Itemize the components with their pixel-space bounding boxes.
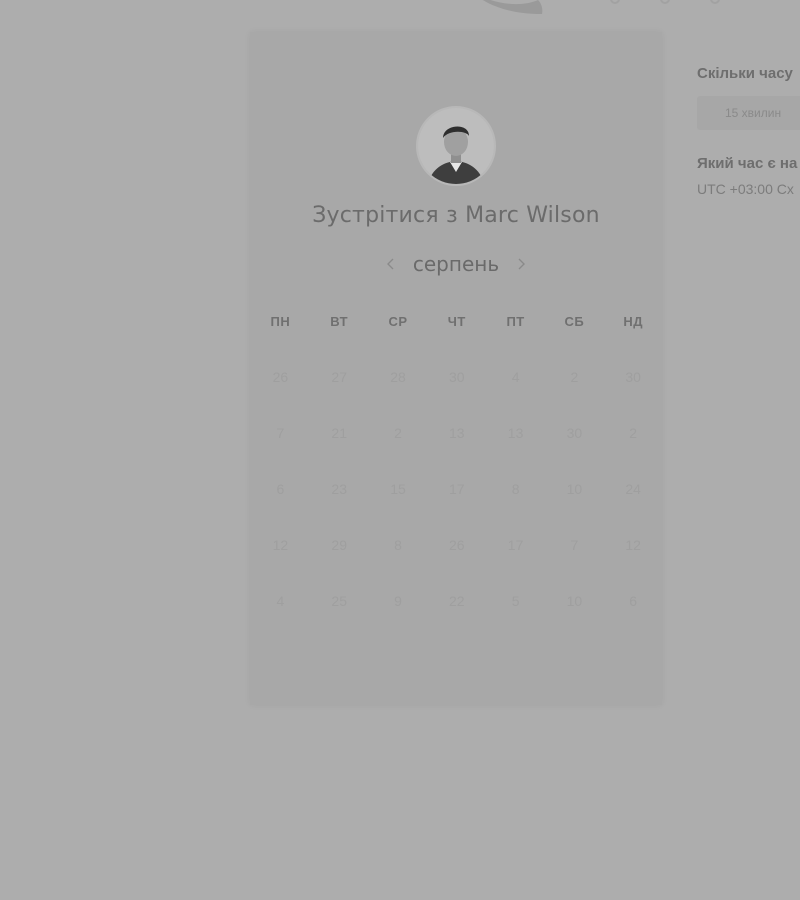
calendar-day[interactable]: 30	[427, 368, 486, 424]
nav-dot-icon[interactable]	[710, 0, 720, 4]
calendar-day[interactable]: 27	[310, 368, 369, 424]
chevron-left-icon[interactable]	[383, 256, 399, 272]
month-label: серпень	[412, 252, 500, 276]
month-navigation: серпень	[250, 252, 662, 276]
duration-option-button[interactable]: 15 хвилин	[697, 96, 800, 130]
weekday-label: ПТ	[506, 314, 525, 329]
calendar-day[interactable]: 12	[251, 536, 310, 592]
calendar-day[interactable]: 2	[545, 368, 604, 424]
calendar-day[interactable]: 30	[604, 368, 663, 424]
calendar-day[interactable]: 2	[604, 424, 663, 480]
weekday-label: ВТ	[330, 314, 349, 329]
header-nav-icons	[610, 0, 720, 4]
booking-page: Зустрітися з Marc Wilson серпень ПН ВТ С…	[0, 0, 800, 900]
calendar-day[interactable]: 23	[310, 480, 369, 536]
calendar-day[interactable]: 4	[486, 368, 545, 424]
calendar-day[interactable]: 15	[369, 480, 428, 536]
timezone-question: Який час є на	[697, 155, 798, 172]
meeting-title: Зустрітися з Marc Wilson	[312, 203, 600, 228]
booking-options-panel: Скільки часу 15 хвилин Який час є на UTC…	[697, 60, 800, 197]
calendar-days-grid: 26 27 28 30 4 2 30 7 21 2 13 13 30 2 6 2…	[250, 368, 663, 648]
host-avatar	[416, 106, 496, 186]
calendar-day[interactable]: 6	[251, 480, 310, 536]
calendar-day[interactable]: 26	[427, 536, 486, 592]
calendar-day[interactable]: 10	[545, 480, 604, 536]
calendar-day[interactable]: 2	[369, 424, 428, 480]
timezone-selector[interactable]: UTC +03:00 Сх	[697, 181, 800, 197]
calendar-day[interactable]: 25	[310, 592, 369, 648]
brand-logo-icon	[482, 0, 543, 14]
calendar-day[interactable]: 22	[427, 592, 486, 648]
calendar-day[interactable]: 6	[604, 592, 663, 648]
calendar-day[interactable]: 8	[369, 536, 428, 592]
calendar-day[interactable]: 29	[310, 536, 369, 592]
duration-question: Скільки часу	[697, 65, 793, 82]
calendar-day[interactable]: 17	[427, 480, 486, 536]
calendar-day[interactable]: 8	[486, 480, 545, 536]
calendar-day[interactable]: 12	[604, 536, 663, 592]
chevron-right-icon[interactable]	[513, 256, 529, 272]
calendar-day[interactable]: 17	[486, 536, 545, 592]
calendar-day[interactable]: 7	[251, 424, 310, 480]
calendar-day[interactable]: 24	[604, 480, 663, 536]
calendar-day[interactable]: 21	[310, 424, 369, 480]
weekday-label: СР	[388, 314, 408, 329]
calendar-day[interactable]: 7	[545, 536, 604, 592]
calendar-day[interactable]: 4	[251, 592, 310, 648]
weekday-label: НД	[623, 314, 643, 329]
weekday-header: ПН ВТ СР ЧТ ПТ СБ НД	[250, 314, 663, 329]
calendar-day[interactable]: 26	[251, 368, 310, 424]
weekday-label: ЧТ	[447, 314, 466, 329]
calendar-day[interactable]: 10	[545, 592, 604, 648]
nav-dot-icon[interactable]	[660, 0, 670, 4]
calendar-day[interactable]: 5	[486, 592, 545, 648]
calendar-day[interactable]: 28	[369, 368, 428, 424]
weekday-label: СБ	[564, 314, 585, 329]
calendar-day[interactable]: 13	[486, 424, 545, 480]
nav-dot-icon[interactable]	[610, 0, 620, 4]
calendar-day[interactable]: 9	[369, 592, 428, 648]
calendar-day[interactable]: 13	[427, 424, 486, 480]
calendar-day[interactable]: 30	[545, 424, 604, 480]
weekday-label: ПН	[270, 314, 291, 329]
